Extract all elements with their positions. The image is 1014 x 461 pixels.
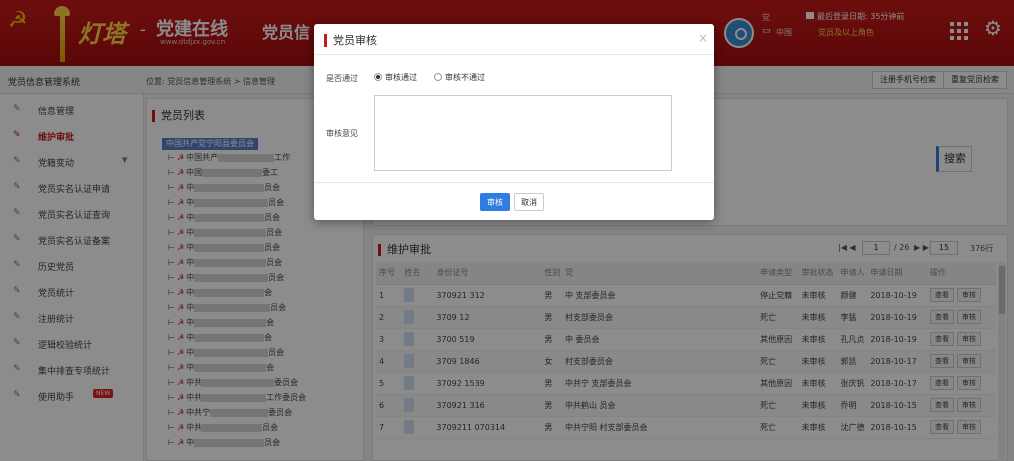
cancel-button[interactable]: 取消 bbox=[514, 193, 544, 211]
radio-dot bbox=[434, 73, 442, 81]
radio-label: 审核不通过 bbox=[445, 73, 485, 82]
radio-label: 审核通过 bbox=[385, 73, 417, 82]
pass-label: 是否通过 bbox=[326, 74, 358, 83]
dialog-title: 党员审核 bbox=[324, 34, 377, 47]
close-icon[interactable]: × bbox=[698, 31, 708, 45]
radio-pass[interactable]: 审核通过 bbox=[374, 72, 417, 83]
radio-reject[interactable]: 审核不通过 bbox=[434, 72, 485, 83]
radio-dot-selected bbox=[374, 73, 382, 81]
comment-textarea[interactable] bbox=[374, 95, 672, 171]
review-dialog: 党员审核 × 是否通过 审核通过 审核不通过 审核意见 审核 取消 bbox=[314, 24, 714, 220]
divider bbox=[314, 54, 714, 55]
comment-label: 审核意见 bbox=[326, 129, 358, 138]
divider bbox=[314, 182, 714, 183]
approve-button[interactable]: 审核 bbox=[480, 193, 510, 211]
